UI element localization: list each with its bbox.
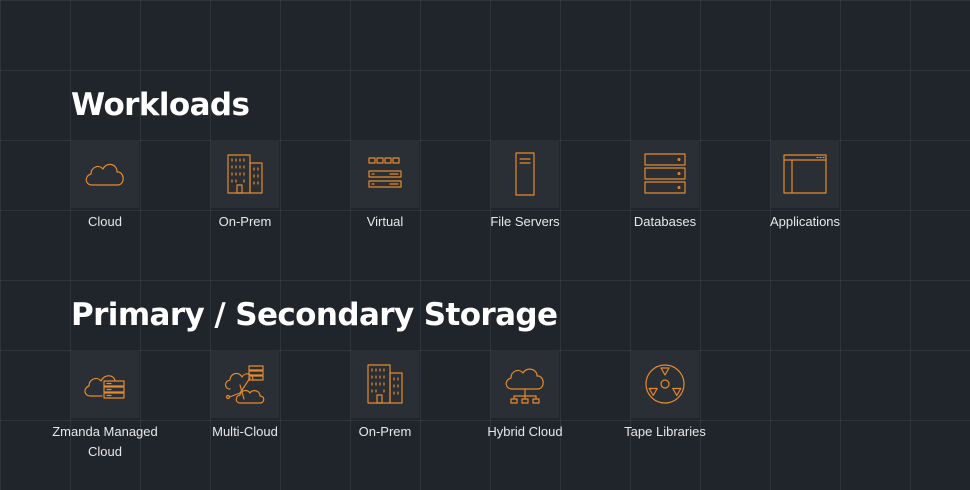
workload-item-label: Databases (633, 214, 697, 229)
multi-cloud-icon (211, 350, 279, 418)
storage-item-label: Tape Libraries (624, 424, 706, 439)
storage-item-zmanda-managed-cloud[interactable]: Zmanda Managed Cloud (35, 350, 175, 462)
storage-item-label: Zmanda Managed Cloud (52, 424, 158, 459)
workload-item-cloud[interactable]: Cloud (35, 140, 175, 232)
storage-item-on-prem[interactable]: On-Prem (315, 350, 455, 442)
database-stack-icon (631, 140, 699, 208)
workloads-heading: Workloads (71, 87, 250, 123)
cloud-icon (71, 140, 139, 208)
workload-item-label: File Servers (490, 214, 560, 229)
building-icon (351, 350, 419, 418)
tape-reel-icon (631, 350, 699, 418)
building-icon (211, 140, 279, 208)
workload-item-file-servers[interactable]: File Servers (455, 140, 595, 232)
workload-item-databases[interactable]: Databases (595, 140, 735, 232)
workload-item-applications[interactable]: Applications (735, 140, 875, 232)
workload-item-label: Cloud (88, 214, 122, 229)
storage-item-label: Multi-Cloud (212, 424, 278, 439)
workload-item-on-prem[interactable]: On-Prem (175, 140, 315, 232)
managed-cloud-icon (71, 350, 139, 418)
storage-heading: Primary / Secondary Storage (71, 297, 558, 333)
storage-item-label: Hybrid Cloud (487, 424, 563, 439)
hybrid-cloud-icon (491, 350, 559, 418)
workload-item-label: Virtual (366, 214, 404, 229)
application-window-icon (771, 140, 839, 208)
workload-item-label: On-Prem (218, 214, 272, 229)
file-server-icon (491, 140, 559, 208)
workload-item-label: Applications (769, 214, 841, 229)
storage-item-multi-cloud[interactable]: Multi-Cloud (175, 350, 315, 442)
virtual-server-icon (351, 140, 419, 208)
workload-item-virtual[interactable]: Virtual (315, 140, 455, 232)
storage-item-hybrid-cloud[interactable]: Hybrid Cloud (455, 350, 595, 442)
storage-item-label: On-Prem (358, 424, 412, 439)
storage-item-tape-libraries[interactable]: Tape Libraries (595, 350, 735, 442)
